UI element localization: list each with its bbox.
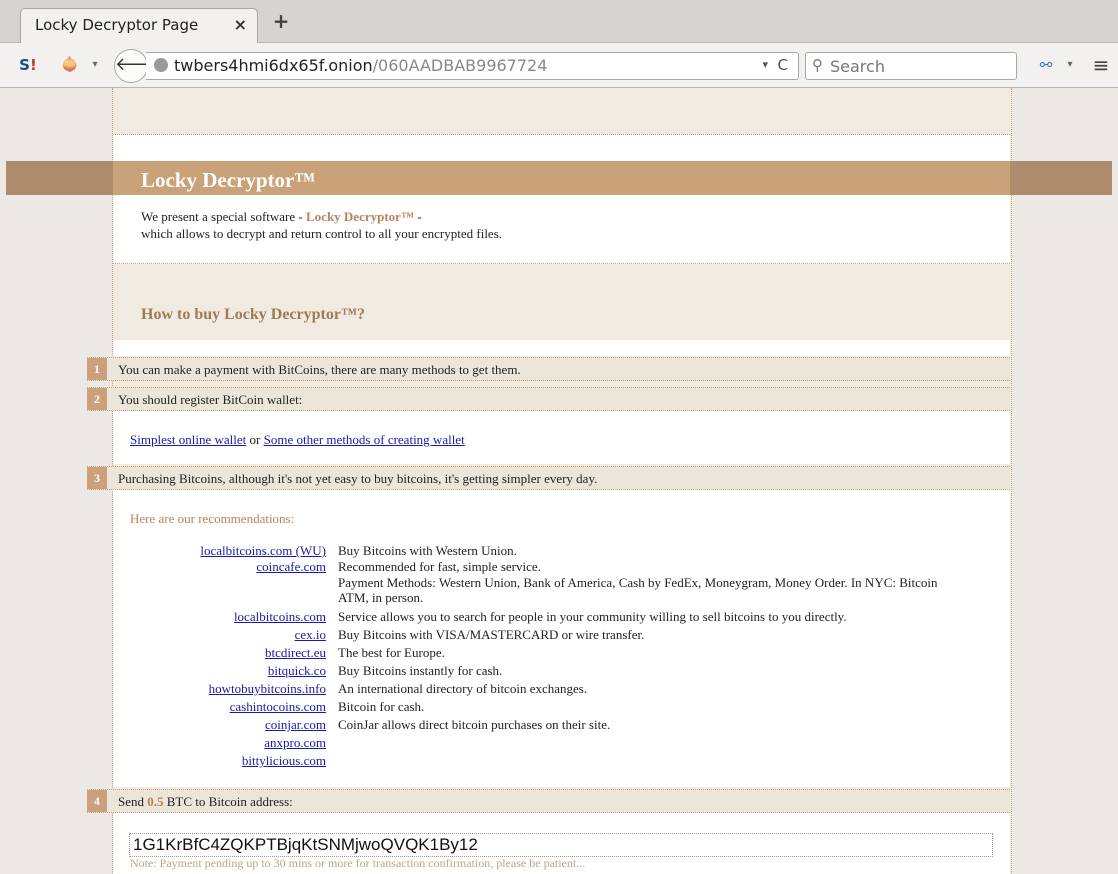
vendor-description: Buy Bitcoins instantly for cash.: [338, 663, 503, 678]
new-tab-button[interactable]: +: [270, 10, 292, 32]
nav-bar: S! 🧅 ▾ 🡐 twbers4hmi6dx65f.onion/060AADBA…: [0, 43, 1118, 88]
vendor-description: Bitcoin for cash.: [338, 699, 425, 714]
address-bar[interactable]: twbers4hmi6dx65f.onion/060AADBAB9967724 …: [146, 52, 799, 80]
extension-icon[interactable]: ⚯: [1034, 53, 1058, 77]
vendor-link[interactable]: bittylicious.com: [242, 753, 326, 769]
step-2: 2 You should register BitCoin wallet:: [87, 387, 1010, 411]
extension-dropdown-icon[interactable]: ▾: [1064, 53, 1076, 77]
vendor-description: Buy Bitcoins with VISA/MASTERCARD or wir…: [338, 627, 645, 642]
hamburger-menu-icon[interactable]: ≡: [1090, 53, 1112, 77]
step-text: Send 0.5 BTC to Bitcoin address:: [118, 794, 293, 809]
top-spacer: [113, 134, 1010, 162]
intro-line-1: We present a special software - Locky De…: [141, 209, 422, 224]
vendor-description: The best for Europe.: [338, 645, 445, 660]
white-spacer: [113, 340, 1010, 356]
vendor-link[interactable]: localbitcoins.com (WU): [200, 543, 326, 559]
vendor-link[interactable]: localbitcoins.com: [234, 609, 326, 625]
step-1: 1 You can make a payment with BitCoins, …: [87, 357, 1010, 381]
btc-amount: 0.5: [147, 794, 164, 809]
intro-line-2: which allows to decrypt and return contr…: [141, 226, 503, 241]
vendor-link[interactable]: anxpro.com: [264, 735, 326, 751]
wallet-links: Simplest online wallet or Some other met…: [130, 432, 465, 447]
vendor-description: CoinJar allows direct bitcoin purchases …: [338, 717, 611, 732]
back-button[interactable]: 🡐: [114, 49, 163, 83]
vendor-description: Buy Bitcoins with Western Union.: [338, 543, 517, 558]
tab-locky-decryptor[interactable]: Locky Decryptor Page ×: [20, 8, 258, 43]
search-input[interactable]: [828, 56, 1012, 77]
vendor-link[interactable]: btcdirect.eu: [265, 645, 326, 661]
vendor-link[interactable]: coinjar.com: [265, 717, 326, 733]
page-title: Locky Decryptor™: [141, 168, 316, 192]
vendor-link[interactable]: coincafe.com: [256, 559, 326, 575]
step-number: 3: [87, 467, 107, 489]
step-number: 2: [87, 388, 107, 410]
url-text[interactable]: twbers4hmi6dx65f.onion/060AADBAB9967724: [174, 56, 547, 75]
bitcoin-address-field[interactable]: 1G1KrBfC4ZQKPTBjqKtSNMjwoQVQK1By12: [129, 833, 993, 857]
tab-title: Locky Decryptor Page: [35, 16, 199, 34]
step-text: You can make a payment with BitCoins, th…: [118, 362, 521, 377]
recommendations-heading: Here are our recommendations:: [130, 511, 295, 526]
vendor-link[interactable]: howtobuybitcoins.info: [209, 681, 326, 697]
simplest-online-wallet-link[interactable]: Simplest online wallet: [130, 432, 246, 447]
step-number: 4: [87, 790, 107, 812]
search-box[interactable]: ⚲: [805, 52, 1017, 80]
vendor-description: Recommended for fast, simple service. Pay…: [338, 559, 938, 605]
url-history-dropdown-icon[interactable]: ▾: [762, 58, 768, 71]
step-number: 1: [87, 358, 107, 380]
step-text: Purchasing Bitcoins, although it's not y…: [118, 471, 598, 486]
howto-heading: How to buy Locky Decryptor™?: [141, 306, 365, 323]
noscript-extension-icon[interactable]: S!: [16, 53, 40, 77]
site-identity-icon[interactable]: [154, 58, 168, 72]
bitcoin-address[interactable]: 1G1KrBfC4ZQKPTBjqKtSNMjwoQVQK1By12: [133, 835, 478, 855]
other-wallet-methods-link[interactable]: Some other methods of creating wallet: [264, 432, 465, 447]
step-4: 4 Send 0.5 BTC to Bitcoin address:: [87, 789, 1010, 813]
page-viewport[interactable]: Locky Decryptor™ We present a special so…: [0, 88, 1118, 874]
step-3: 3 Purchasing Bitcoins, although it's not…: [87, 466, 1010, 490]
step-text: You should register BitCoin wallet:: [118, 392, 303, 407]
payment-note: Note: Payment pending up to 30 mins or m…: [130, 856, 586, 870]
tor-onion-icon[interactable]: 🧅: [58, 53, 82, 77]
search-icon: ⚲: [812, 56, 823, 74]
intro-section: We present a special software - Locky De…: [113, 195, 1010, 264]
vendor-link[interactable]: cex.io: [295, 627, 326, 643]
reload-icon[interactable]: C: [778, 56, 788, 74]
vendor-link[interactable]: bitquick.co: [268, 663, 326, 679]
close-tab-icon[interactable]: ×: [234, 15, 247, 34]
vendor-description: An international directory of bitcoin ex…: [338, 681, 588, 696]
onion-dropdown-icon[interactable]: ▾: [88, 53, 102, 77]
vendor-link[interactable]: cashintocoins.com: [230, 699, 326, 715]
vendor-description: Service allows you to search for people …: [338, 609, 847, 624]
tab-bar: Locky Decryptor Page × +: [0, 0, 1118, 43]
